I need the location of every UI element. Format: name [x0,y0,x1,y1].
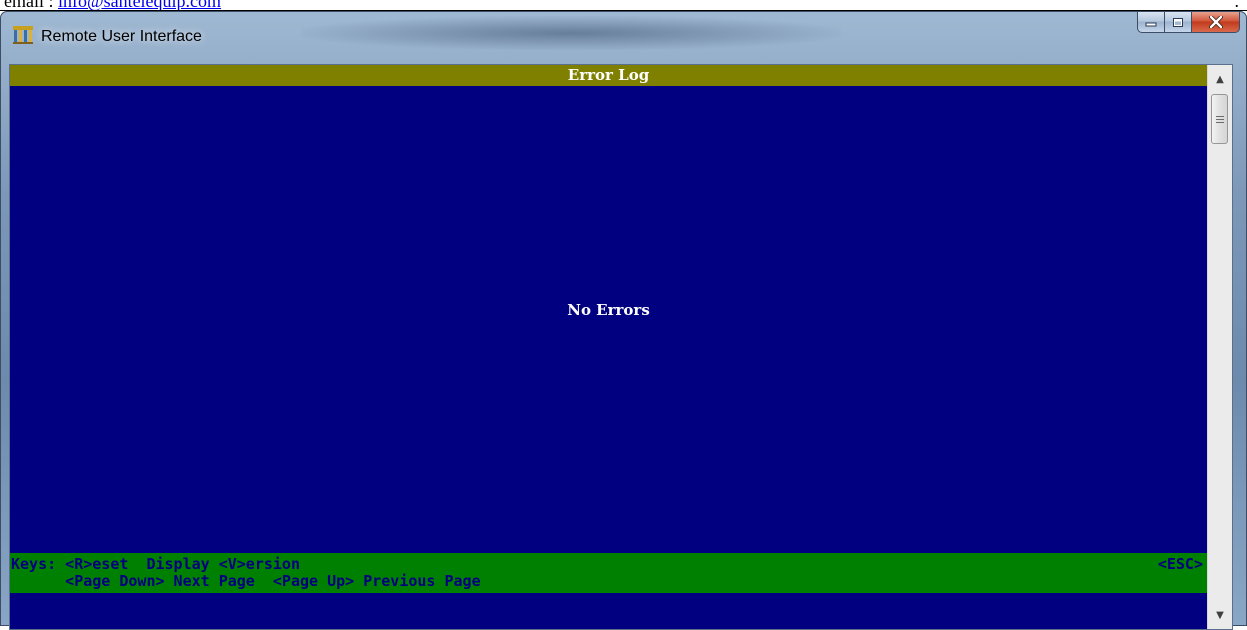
keys-line-paging: <Page Down> Next Page <Page Up> Previous… [11,572,481,590]
maximize-icon [1173,17,1183,27]
terminal-screen[interactable]: Error Log No Errors Keys: <R>eset Displa… [10,65,1207,629]
app-grid-icon [13,26,33,44]
no-errors-message: No Errors [567,301,650,319]
document-strip: email : info@santelequip.com . [0,0,1247,11]
scroll-up-button[interactable]: ▲ [1208,68,1232,90]
chevron-down-icon: ▼ [1216,609,1224,621]
close-button[interactable] [1192,12,1240,33]
caption-buttons [1137,12,1240,34]
window-title: Remote User Interface [41,28,202,45]
remote-ui-window: Remote User Interface Error Log No Error… [0,11,1247,630]
close-icon [1208,16,1223,28]
chevron-up-icon: ▲ [1216,73,1224,85]
error-log-header: Error Log [10,65,1207,86]
title-bar[interactable]: Remote User Interface [1,12,1246,64]
title-bar-background-blur [301,16,841,50]
scroll-thumb[interactable] [1211,94,1228,144]
document-trailing-dot: . [1234,0,1240,11]
minimize-button[interactable] [1137,12,1165,33]
client-area[interactable]: Error Log No Errors Keys: <R>eset Displa… [9,64,1233,630]
scroll-down-button[interactable]: ▼ [1208,604,1232,626]
keys-esc: <ESC> [1157,555,1203,573]
keys-bar: Keys: <R>eset Display <V>ersion <ESC> <P… [10,553,1207,593]
maximize-button[interactable] [1165,12,1192,33]
minimize-icon [1145,22,1157,27]
keys-line-reset-version: Keys: <R>eset Display <V>ersion [11,555,300,573]
vertical-scrollbar[interactable]: ▲ ▼ [1207,65,1232,629]
grip-icon [1215,114,1224,125]
